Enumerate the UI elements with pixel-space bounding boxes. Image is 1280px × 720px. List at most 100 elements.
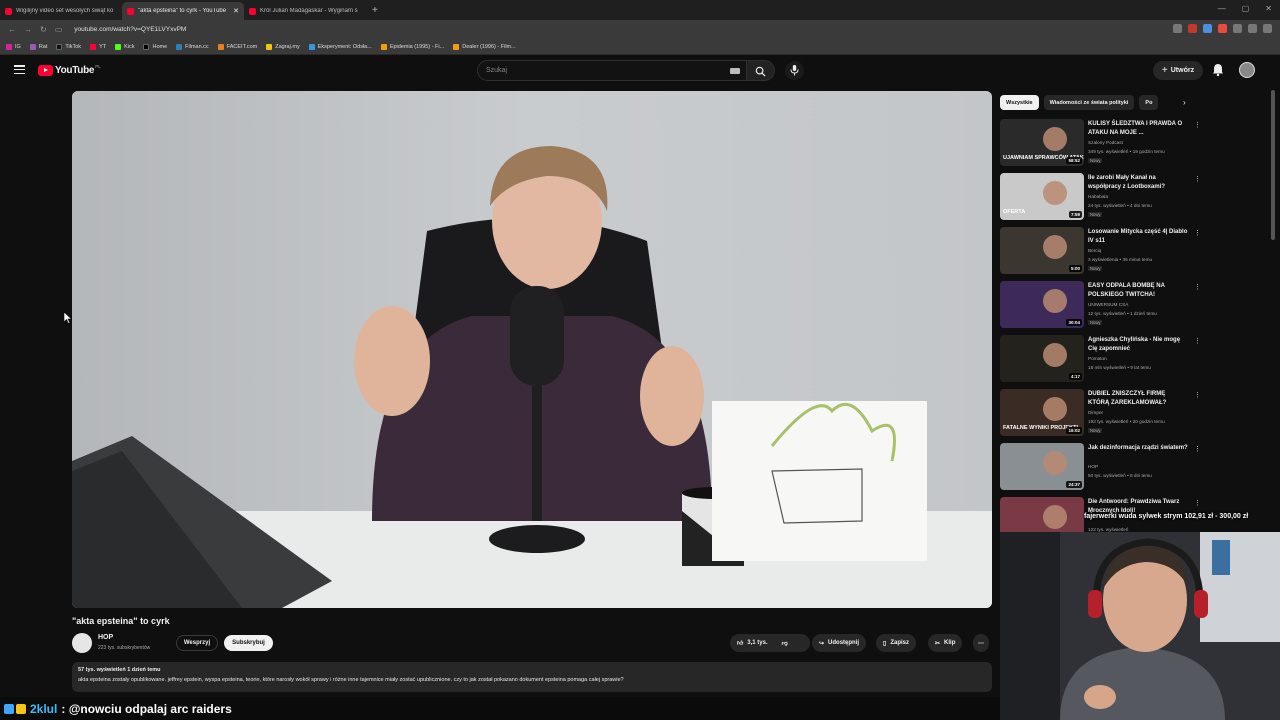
forward-icon[interactable]: → (24, 25, 32, 34)
recommended-video-title[interactable]: Losowanie Mitycka część 4| Diablo IV s11 (1088, 228, 1188, 246)
video-thumbnail[interactable]: 5:00 (1000, 227, 1084, 274)
voice-search-button[interactable] (785, 61, 804, 80)
recommended-video[interactable]: UJAWNIAM SPRAWCÓW ATAKU NA MÓJ DOM58:52K… (1000, 119, 1201, 169)
video-thumbnail[interactable]: 30:04 (1000, 281, 1084, 328)
url-field[interactable]: youtube.com/watch?v=QYE1LVYxvPM (74, 26, 186, 33)
keyboard-icon[interactable] (730, 68, 740, 74)
bookmark-item[interactable]: TikTok (56, 43, 81, 50)
recommended-video-title[interactable]: KULISY ŚLEDZTWA I PRAWDA O ATAKU NA MOJE… (1088, 120, 1188, 138)
extension-icon[interactable] (1188, 24, 1197, 33)
recommended-video[interactable]: 30:04 EASY ODPALA BOMBĘ NA POLSKIEGO TWIT… (1000, 281, 1201, 331)
recommended-channel-name[interactable]: HOP (1088, 464, 1098, 469)
like-icon[interactable]: 👍︎ (737, 639, 743, 647)
more-actions-button[interactable]: ⋯ (973, 634, 989, 652)
bookmark-item[interactable]: Dealer (1996) - Film... (453, 43, 516, 50)
recommended-video[interactable]: 24:37 Jak dezinformacja rządzi światem? HO… (1000, 443, 1201, 493)
bookmark-icon[interactable]: ▭ (55, 25, 63, 34)
view-count-date: 57 tys. wyświetleń 1 dzień temu (78, 667, 161, 673)
recommended-video-title[interactable]: Ile zarobi Mały Kanał na współpracy z Lo… (1088, 174, 1188, 192)
recommended-video[interactable]: 4:17 Agnieszka Chylińska - Nie mogę Cię z… (1000, 335, 1201, 385)
recommended-channel-name[interactable]: Dimper (1088, 410, 1103, 415)
recommended-channel-name[interactable]: Bercią (1088, 248, 1101, 253)
chip-more[interactable]: Po (1139, 95, 1159, 110)
new-badge: Nowy (1088, 428, 1103, 433)
bookmark-item[interactable]: Home (143, 43, 167, 50)
video-thumbnail[interactable]: OFERTA 7:59 (1000, 173, 1084, 220)
video-thumbnail[interactable]: FATALNE WYNIKI PROJEKT! 16:02 (1000, 389, 1084, 436)
reload-icon[interactable]: ↻ (40, 25, 47, 34)
browser-tab-1[interactable]: Wigilijny video set wesołych świąt ko (0, 2, 122, 20)
recommended-video-title[interactable]: Agnieszka Chylińska - Nie mogę Cię zapom… (1088, 336, 1188, 354)
new-badge: Nowy (1088, 212, 1103, 217)
scrollbar[interactable] (1271, 90, 1275, 240)
recommended-video[interactable]: OFERTA 7:59 Ile zarobi Mały Kanał na współ… (1000, 173, 1201, 223)
bell-icon[interactable] (1212, 63, 1224, 76)
more-options-icon[interactable]: ⋮ (1194, 391, 1201, 399)
recommended-video-meta: 18 mln wyświetleń • 9 lat temu (1088, 365, 1151, 370)
dislike-icon[interactable]: 👎︎ (782, 639, 788, 647)
menu-icon[interactable] (14, 65, 25, 75)
like-count[interactable]: 3,1 tys. (747, 640, 767, 646)
bookmark-item[interactable]: Zagraj.my (266, 43, 300, 50)
create-button[interactable]: + Utwórz (1153, 61, 1203, 80)
menu-dots-icon[interactable] (1263, 24, 1272, 33)
channel-name[interactable]: HOP (98, 634, 113, 641)
chevron-right-icon[interactable]: › (1183, 98, 1186, 107)
recommended-video[interactable]: 5:00 Losowanie Mitycka część 4| Diablo IV… (1000, 227, 1201, 277)
new-tab-button[interactable]: + (372, 5, 378, 16)
more-options-icon[interactable]: ⋮ (1194, 499, 1201, 507)
clip-button[interactable]: ✂ Klip (928, 634, 963, 652)
browser-tab-2[interactable]: "akta epsteina" to cyrk - YouTube ✕ (122, 2, 244, 20)
channel-avatar[interactable] (72, 633, 92, 653)
extension-icon[interactable] (1173, 24, 1182, 33)
bookmark-item[interactable]: IG (6, 43, 21, 50)
bookmark-item[interactable]: Epidemia (1995) - Fi... (380, 43, 444, 50)
recommended-video[interactable]: FATALNE WYNIKI PROJEKT! 16:02 DUBIEL ZNISZ… (1000, 389, 1201, 439)
chip-politics[interactable]: Wiadomości ze świata polityki (1043, 95, 1135, 110)
browser-tab-3[interactable]: Król Julian Madagaskar - Wyginam ś (244, 2, 366, 20)
description-box[interactable]: 57 tys. wyświetleń 1 dzień temu akta eps… (72, 662, 992, 692)
bookmarks-bar: IG Rat TikTok YT Kick Home Filman.cc FAC… (0, 39, 1280, 55)
join-button[interactable]: Wesprzyj (176, 635, 218, 651)
download-icon[interactable] (1248, 24, 1257, 33)
more-options-icon[interactable]: ⋮ (1194, 175, 1201, 183)
close-tab-icon[interactable]: ✕ (233, 7, 239, 15)
bookmark-item[interactable]: Kick (115, 43, 134, 50)
recommended-video-title[interactable]: Jak dezinformacja rządzi światem? (1088, 444, 1188, 453)
back-icon[interactable]: ← (8, 25, 16, 34)
bookmark-item[interactable]: YT (90, 43, 106, 50)
bookmark-item[interactable]: FACEIT.com (217, 43, 257, 50)
recommended-channel-name[interactable]: Pomaton (1088, 356, 1107, 361)
minimize-icon[interactable]: — (1218, 4, 1226, 13)
recommended-video-title[interactable]: DUBIEL ZNISZCZYŁ FIRMĘ KTÓRĄ ZAREKLAMOWA… (1088, 390, 1188, 408)
maximize-icon[interactable]: ▢ (1242, 4, 1250, 13)
video-player[interactable] (72, 91, 992, 608)
video-thumbnail[interactable]: 4:17 (1000, 335, 1084, 382)
user-avatar[interactable] (1239, 62, 1255, 78)
recommended-channel-name[interactable]: Szalony Podcast (1088, 140, 1123, 145)
close-window-icon[interactable]: ✕ (1265, 4, 1272, 13)
subscribe-button[interactable]: Subskrybuj (224, 635, 273, 651)
more-options-icon[interactable]: ⋮ (1194, 121, 1201, 129)
save-button[interactable]: ▯ Zapisz (876, 634, 916, 652)
recommended-channel-name[interactable]: UNIWERSUM CSA (1088, 302, 1128, 307)
bookmark-item[interactable]: Filman.cc (176, 43, 209, 50)
youtube-logo[interactable]: YouTube PL (38, 64, 101, 76)
video-thumbnail[interactable]: UJAWNIAM SPRAWCÓW ATAKU NA MÓJ DOM58:52 (1000, 119, 1084, 166)
bookmark-item[interactable]: Rat (29, 43, 47, 50)
recommended-channel-name[interactable]: Hababala (1088, 194, 1108, 199)
extension-icon[interactable] (1233, 24, 1242, 33)
more-options-icon[interactable]: ⋮ (1194, 337, 1201, 345)
extension-icon[interactable] (1218, 24, 1227, 33)
more-options-icon[interactable]: ⋮ (1194, 445, 1201, 453)
extension-icon[interactable] (1203, 24, 1212, 33)
recommended-video-title[interactable]: EASY ODPALA BOMBĘ NA POLSKIEGO TWITCHA! (1088, 282, 1188, 300)
bookmark-item[interactable]: Eksperyment: Odsła... (308, 43, 372, 50)
more-options-icon[interactable]: ⋮ (1194, 283, 1201, 291)
search-button[interactable] (747, 60, 775, 81)
more-options-icon[interactable]: ⋮ (1194, 229, 1201, 237)
chip-all[interactable]: Wszystkie (1000, 95, 1039, 110)
video-thumbnail[interactable]: 24:37 (1000, 443, 1084, 490)
search-input[interactable]: Szukaj (477, 60, 747, 81)
share-button[interactable]: ↪ Udostępnij (812, 634, 867, 652)
